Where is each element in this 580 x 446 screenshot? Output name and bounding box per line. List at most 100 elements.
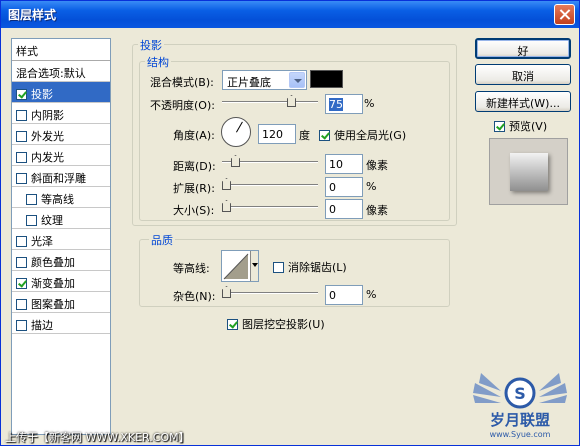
ok-button[interactable]: 好: [475, 38, 571, 59]
checkbox-icon[interactable]: [16, 110, 27, 121]
opacity-input[interactable]: 75: [325, 94, 363, 114]
cancel-button[interactable]: 取消: [475, 64, 571, 85]
distance-value: 10: [329, 158, 343, 171]
angle-input[interactable]: 120: [258, 124, 296, 144]
blend-mode-value: 正片叠底: [227, 76, 271, 89]
anti-alias-checkbox[interactable]: 消除锯齿(L): [273, 259, 347, 275]
angle-label: 角度(A):: [173, 129, 215, 142]
close-icon[interactable]: [554, 4, 575, 25]
styles-list-item-label: 外发光: [31, 130, 64, 143]
checkbox-icon[interactable]: [16, 89, 27, 100]
spread-value: 0: [329, 181, 336, 194]
styles-list-item-label: 渐变叠加: [31, 277, 75, 290]
distance-slider[interactable]: [222, 155, 318, 169]
angle-value: 120: [262, 128, 283, 141]
opacity-value: 75: [329, 98, 343, 111]
contour-curve-icon: [223, 253, 249, 280]
opacity-unit: %: [364, 97, 375, 110]
watermark-logo: S 岁月联盟 www.Syue.com: [473, 373, 567, 439]
preview-label: 预览(V): [509, 120, 548, 133]
size-label: 大小(S):: [173, 204, 215, 217]
styles-list-item[interactable]: 图案叠加: [12, 292, 110, 313]
knockout-checkbox[interactable]: 图层挖空投影(U): [227, 316, 325, 332]
checkbox-icon[interactable]: [16, 278, 27, 289]
size-unit: 像素: [366, 204, 388, 217]
opacity-label: 不透明度(O):: [150, 99, 215, 112]
checkbox-icon[interactable]: [16, 152, 27, 163]
spread-label: 扩展(R):: [173, 182, 215, 195]
angle-dial[interactable]: [221, 117, 251, 147]
styles-list-item[interactable]: 斜面和浮雕: [12, 166, 110, 187]
styles-list-item[interactable]: 渐变叠加: [12, 271, 110, 292]
checkbox-icon[interactable]: [26, 194, 37, 205]
drop-shadow-title: 投影: [138, 37, 164, 53]
svg-text:S: S: [514, 384, 526, 403]
slider-thumb[interactable]: [222, 200, 231, 212]
size-slider[interactable]: [222, 200, 318, 214]
size-input[interactable]: 0: [325, 199, 363, 219]
global-light-check-icon: [319, 130, 330, 141]
checkbox-icon[interactable]: [16, 236, 27, 247]
blend-mode-select[interactable]: 正片叠底: [222, 70, 307, 90]
styles-list-item-label: 斜面和浮雕: [31, 172, 86, 185]
slider-track: [222, 292, 318, 294]
styles-list-item[interactable]: 纹理: [12, 208, 110, 229]
slider-track: [222, 206, 318, 208]
shadow-color-swatch[interactable]: [310, 70, 343, 88]
checkbox-icon[interactable]: [16, 173, 27, 184]
blend-mode-label: 混合模式(B):: [150, 76, 214, 89]
styles-list-item-label: 纹理: [41, 214, 63, 227]
preview-swatch: [510, 153, 548, 191]
styles-list-item[interactable]: 等高线: [12, 187, 110, 208]
slider-thumb[interactable]: [222, 286, 231, 298]
styles-list-item[interactable]: 内阴影: [12, 103, 110, 124]
checkbox-icon[interactable]: [16, 320, 27, 331]
slider-track: [222, 101, 318, 103]
distance-input[interactable]: 10: [325, 154, 363, 174]
slider-thumb[interactable]: [222, 178, 231, 190]
styles-list-item[interactable]: 内发光: [12, 145, 110, 166]
checkbox-icon[interactable]: [16, 299, 27, 310]
anti-alias-label: 消除锯齿(L): [288, 261, 347, 274]
spread-unit: %: [366, 180, 377, 193]
slider-thumb[interactable]: [231, 155, 240, 167]
angle-dial-hand: [236, 121, 243, 133]
styles-list-item-label: 描边: [31, 319, 53, 332]
styles-list-item-label: 颜色叠加: [31, 256, 75, 269]
spread-slider[interactable]: [222, 178, 318, 192]
global-light-checkbox[interactable]: 使用全局光(G): [319, 127, 406, 143]
styles-list-item[interactable]: 描边: [12, 313, 110, 334]
noise-input[interactable]: 0: [325, 285, 363, 305]
chevron-down-icon[interactable]: [250, 251, 258, 281]
opacity-slider[interactable]: [222, 95, 318, 109]
checkbox-icon[interactable]: [26, 215, 37, 226]
upload-credit: 上传于【新客网 WWW.XKER.COM】: [5, 431, 190, 444]
styles-list-item[interactable]: 颜色叠加: [12, 250, 110, 271]
angle-unit: 度: [299, 129, 310, 142]
slider-thumb[interactable]: [287, 95, 296, 107]
contour-label: 等高线:: [173, 262, 210, 275]
window-title: 图层样式: [8, 8, 57, 22]
preview-checkbox[interactable]: 预览(V): [494, 118, 547, 134]
layer-style-dialog: 图层样式 样式 混合选项:默认 投影 内阴影 外发光 内发光 斜面和浮雕 等高线 纹理 光泽 颜色…: [0, 0, 580, 446]
styles-list-item[interactable]: 光泽: [12, 229, 110, 250]
styles-list-item[interactable]: 外发光: [12, 124, 110, 145]
new-style-button[interactable]: 新建样式(W)...: [475, 91, 571, 112]
distance-label: 距离(D):: [173, 160, 216, 173]
watermark-logo-text: 岁月联盟: [490, 411, 550, 429]
spread-input[interactable]: 0: [325, 177, 363, 197]
checkbox-icon[interactable]: [16, 257, 27, 268]
styles-list-item[interactable]: 混合选项:默认: [12, 61, 110, 82]
global-light-label: 使用全局光(G): [334, 129, 407, 142]
styles-list-item-label: 等高线: [41, 193, 74, 206]
contour-picker[interactable]: [221, 250, 259, 282]
styles-list-item[interactable]: 投影: [12, 82, 110, 103]
noise-unit: %: [366, 288, 377, 301]
noise-slider[interactable]: [222, 286, 318, 300]
styles-list: 样式 混合选项:默认 投影 内阴影 外发光 内发光 斜面和浮雕 等高线 纹理 光泽 颜色叠加 渐变叠…: [11, 38, 111, 435]
checkbox-icon[interactable]: [16, 131, 27, 142]
distance-unit: 像素: [366, 159, 388, 172]
styles-list-item-label: 图案叠加: [31, 298, 75, 311]
titlebar[interactable]: 图层样式: [1, 1, 579, 28]
chevron-down-icon: [289, 72, 305, 88]
